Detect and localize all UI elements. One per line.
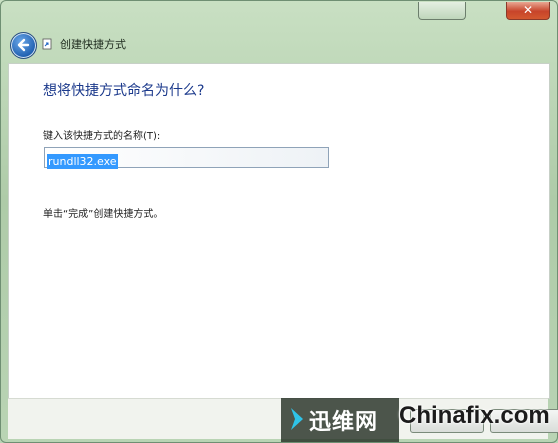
shortcut-name-value: rundll32.exe (47, 154, 118, 169)
shortcut-name-label: 键入该快捷方式的名称(T): (43, 131, 161, 142)
close-button[interactable]: ✕ (506, 2, 550, 20)
watermark-arrow-icon (291, 408, 303, 430)
shortcut-name-input[interactable]: rundll32.exe (44, 147, 329, 169)
close-icon: ✕ (522, 3, 534, 17)
back-button[interactable] (10, 32, 37, 59)
wizard-content: 想将快捷方式命名为什么? 键入该快捷方式的名称(T): rundll32.exe… (8, 63, 550, 399)
window-frame: ✕ 创建快捷方式 想将快捷方式命名为什么? 键入该快捷方式的名称(T): run… (0, 0, 558, 443)
page-heading: 想将快捷方式命名为什么? (43, 83, 205, 99)
wizard-header: 创建快捷方式 (8, 30, 550, 62)
back-arrow-icon (17, 38, 30, 52)
wizard-title: 创建快捷方式 (60, 38, 126, 51)
watermark-en-text: Chinafix.com (399, 402, 550, 429)
watermark-badge: 迅维网 (281, 398, 399, 442)
watermark: 迅维网 Chinafix.com (281, 398, 557, 442)
shortcut-wizard-icon (42, 38, 52, 50)
watermark-cn-text: 迅维网 (309, 410, 379, 435)
maximize-button[interactable] (418, 2, 466, 20)
finish-instruction: 单击“完成”创建快捷方式。 (43, 209, 164, 220)
